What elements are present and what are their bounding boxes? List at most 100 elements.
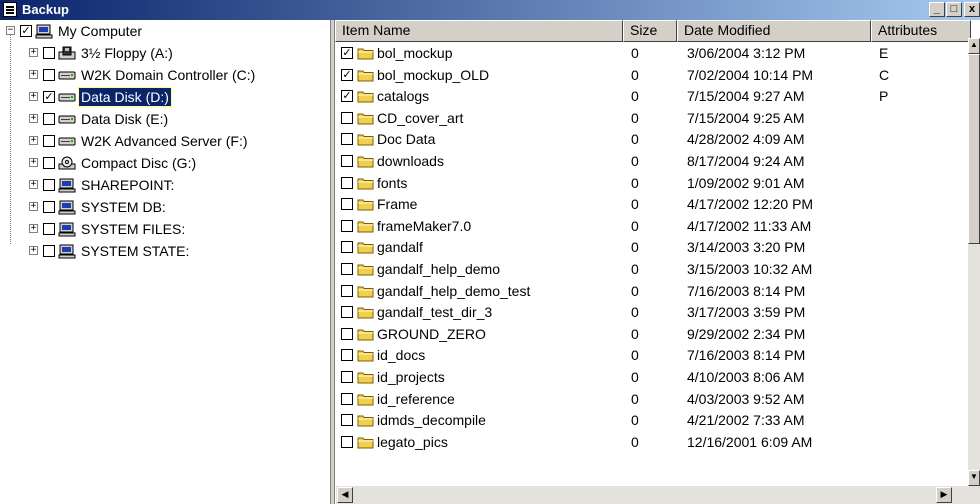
tree-node[interactable]: + SYSTEM FILES: xyxy=(0,218,330,240)
file-row[interactable]: idmds_decompile 0 4/21/2002 7:33 AM xyxy=(335,410,970,431)
file-checkbox[interactable] xyxy=(341,327,353,340)
column-header-size[interactable]: Size xyxy=(623,20,677,42)
file-checkbox[interactable] xyxy=(341,263,353,275)
scroll-right-button[interactable]: ▶ xyxy=(936,487,952,503)
checkbox[interactable] xyxy=(43,179,55,191)
network-computer-icon xyxy=(58,178,76,193)
expand-toggle[interactable]: + xyxy=(29,224,38,233)
file-checkbox[interactable] xyxy=(341,176,353,189)
file-date-modified: 4/03/2003 9:52 AM xyxy=(687,390,805,407)
file-checkbox[interactable] xyxy=(341,392,353,405)
tree-node[interactable]: + SYSTEM STATE: xyxy=(0,240,330,262)
checkbox[interactable] xyxy=(43,47,55,59)
tree-node[interactable]: + ✓ Data Disk (D:) xyxy=(0,86,330,108)
window-title: Backup xyxy=(22,2,69,17)
scroll-left-button[interactable]: ◀ xyxy=(337,487,353,503)
expand-toggle[interactable]: + xyxy=(29,136,38,145)
expand-toggle[interactable]: + xyxy=(29,70,38,79)
file-checkbox[interactable] xyxy=(341,111,353,124)
file-row[interactable]: gandalf_help_demo 0 3/15/2003 10:32 AM xyxy=(335,259,970,280)
expand-toggle[interactable]: + xyxy=(29,114,38,123)
file-checkbox[interactable]: ✓ xyxy=(341,47,353,59)
checkbox[interactable] xyxy=(43,113,55,125)
file-checkbox[interactable] xyxy=(341,284,353,297)
file-row[interactable]: ✓ bol_mockup_OLD 0 7/02/2004 10:14 PM C xyxy=(335,65,970,86)
file-list-pane[interactable]: Item Name Size Date Modified Attributes ✓ bol… xyxy=(335,20,980,504)
file-checkbox[interactable] xyxy=(341,306,353,319)
file-row[interactable]: CD_cover_art 0 7/15/2004 9:25 AM xyxy=(335,108,970,129)
file-row[interactable]: id_projects 0 4/10/2003 8:06 AM xyxy=(335,367,970,388)
tree-node[interactable]: + W2K Domain Controller (C:) xyxy=(0,64,330,86)
tree-node[interactable]: + Data Disk (E:) xyxy=(0,108,330,130)
file-checkbox[interactable] xyxy=(341,133,353,146)
file-checkbox[interactable] xyxy=(341,414,353,427)
checkbox[interactable] xyxy=(43,157,55,169)
file-checkbox[interactable]: ✓ xyxy=(341,68,353,81)
checkbox[interactable] xyxy=(43,201,55,213)
tree-node[interactable]: + SHAREPOINT: xyxy=(0,174,330,196)
expand-toggle[interactable]: + xyxy=(29,48,38,57)
tree-node-my-computer[interactable]: − ✓ My Computer xyxy=(0,20,330,42)
title-bar[interactable]: Backup _ □ x xyxy=(0,0,980,20)
file-name: gandalf_test_dir_3 xyxy=(377,304,493,321)
checkbox[interactable]: ✓ xyxy=(43,91,55,103)
file-size: 0 xyxy=(631,304,639,321)
expand-toggle[interactable]: + xyxy=(29,158,38,167)
folder-icon xyxy=(357,241,374,254)
expand-toggle[interactable]: + xyxy=(29,246,38,255)
file-date-modified: 12/16/2001 6:09 AM xyxy=(687,433,813,450)
file-size: 0 xyxy=(631,347,639,364)
horizontal-scrollbar[interactable]: ◀ ▶ xyxy=(336,486,980,504)
drive-tree[interactable]: − ✓ My Computer +3½ Floppy (A:) + W2K Domain … xyxy=(0,20,331,504)
file-row[interactable]: legato_pics 0 12/16/2001 6:09 AM xyxy=(335,432,970,453)
network-computer-icon xyxy=(58,200,76,215)
file-row[interactable]: gandalf_test_dir_3 0 3/17/2003 3:59 PM xyxy=(335,302,970,323)
file-row[interactable]: ✓ catalogs 0 7/15/2004 9:27 AM P xyxy=(335,86,970,107)
collapse-toggle[interactable]: − xyxy=(6,26,15,35)
expand-toggle[interactable]: + xyxy=(29,180,38,189)
file-row[interactable]: Frame 0 4/17/2002 12:20 PM xyxy=(335,194,970,215)
checkbox[interactable] xyxy=(43,135,55,147)
file-size: 0 xyxy=(631,66,639,83)
tree-node[interactable]: +3½ Floppy (A:) xyxy=(0,42,330,64)
vertical-scrollbar[interactable]: ▲ ▼ xyxy=(968,38,980,486)
file-row[interactable]: Doc Data 0 4/28/2002 4:09 AM xyxy=(335,129,970,150)
tree-node[interactable]: + Compact Disc (G:) xyxy=(0,152,330,174)
scroll-down-button[interactable]: ▼ xyxy=(968,470,980,486)
maximize-button[interactable]: □ xyxy=(946,2,962,17)
file-row[interactable]: gandalf 0 3/14/2003 3:20 PM xyxy=(335,237,970,258)
scroll-thumb[interactable] xyxy=(968,54,980,244)
file-row[interactable]: frameMaker7.0 0 4/17/2002 11:33 AM xyxy=(335,216,970,237)
file-row[interactable]: fonts 0 1/09/2002 9:01 AM xyxy=(335,173,970,194)
file-row[interactable]: GROUND_ZERO 0 9/29/2002 2:34 PM xyxy=(335,324,970,345)
close-button[interactable]: x xyxy=(964,2,980,17)
file-checkbox[interactable] xyxy=(341,219,353,232)
file-checkbox[interactable] xyxy=(341,241,353,254)
file-checkbox[interactable] xyxy=(341,435,353,448)
column-header-item-name[interactable]: Item Name xyxy=(335,20,623,42)
expand-toggle[interactable]: + xyxy=(29,202,38,211)
file-checkbox[interactable] xyxy=(341,349,353,362)
minimize-button[interactable]: _ xyxy=(929,2,945,17)
scroll-up-button[interactable]: ▲ xyxy=(968,38,980,54)
folder-icon xyxy=(357,220,374,233)
file-row[interactable]: downloads 0 8/17/2004 9:24 AM xyxy=(335,151,970,172)
column-header-attributes[interactable]: Attributes xyxy=(871,20,971,42)
checkbox[interactable] xyxy=(43,245,55,257)
column-header-date-modified[interactable]: Date Modified xyxy=(677,20,871,42)
file-row[interactable]: gandalf_help_demo_test 0 7/16/2003 8:14 PM xyxy=(335,281,970,302)
tree-node[interactable]: + SYSTEM DB: xyxy=(0,196,330,218)
file-row[interactable]: ✓ bol_mockup 0 3/06/2004 3:12 PM E xyxy=(335,43,970,64)
checkbox[interactable]: ✓ xyxy=(20,25,32,37)
file-row[interactable]: id_docs 0 7/16/2003 8:14 PM xyxy=(335,345,970,366)
checkbox[interactable] xyxy=(43,69,55,81)
expand-toggle[interactable]: + xyxy=(29,92,38,101)
checkbox[interactable] xyxy=(43,223,55,235)
file-checkbox[interactable] xyxy=(341,371,353,383)
file-name: catalogs xyxy=(377,88,430,105)
file-checkbox[interactable] xyxy=(341,198,353,211)
file-row[interactable]: id_reference 0 4/03/2003 9:52 AM xyxy=(335,389,970,410)
file-checkbox[interactable] xyxy=(341,155,353,167)
tree-node[interactable]: + W2K Advanced Server (F:) xyxy=(0,130,330,152)
file-checkbox[interactable]: ✓ xyxy=(341,90,353,103)
